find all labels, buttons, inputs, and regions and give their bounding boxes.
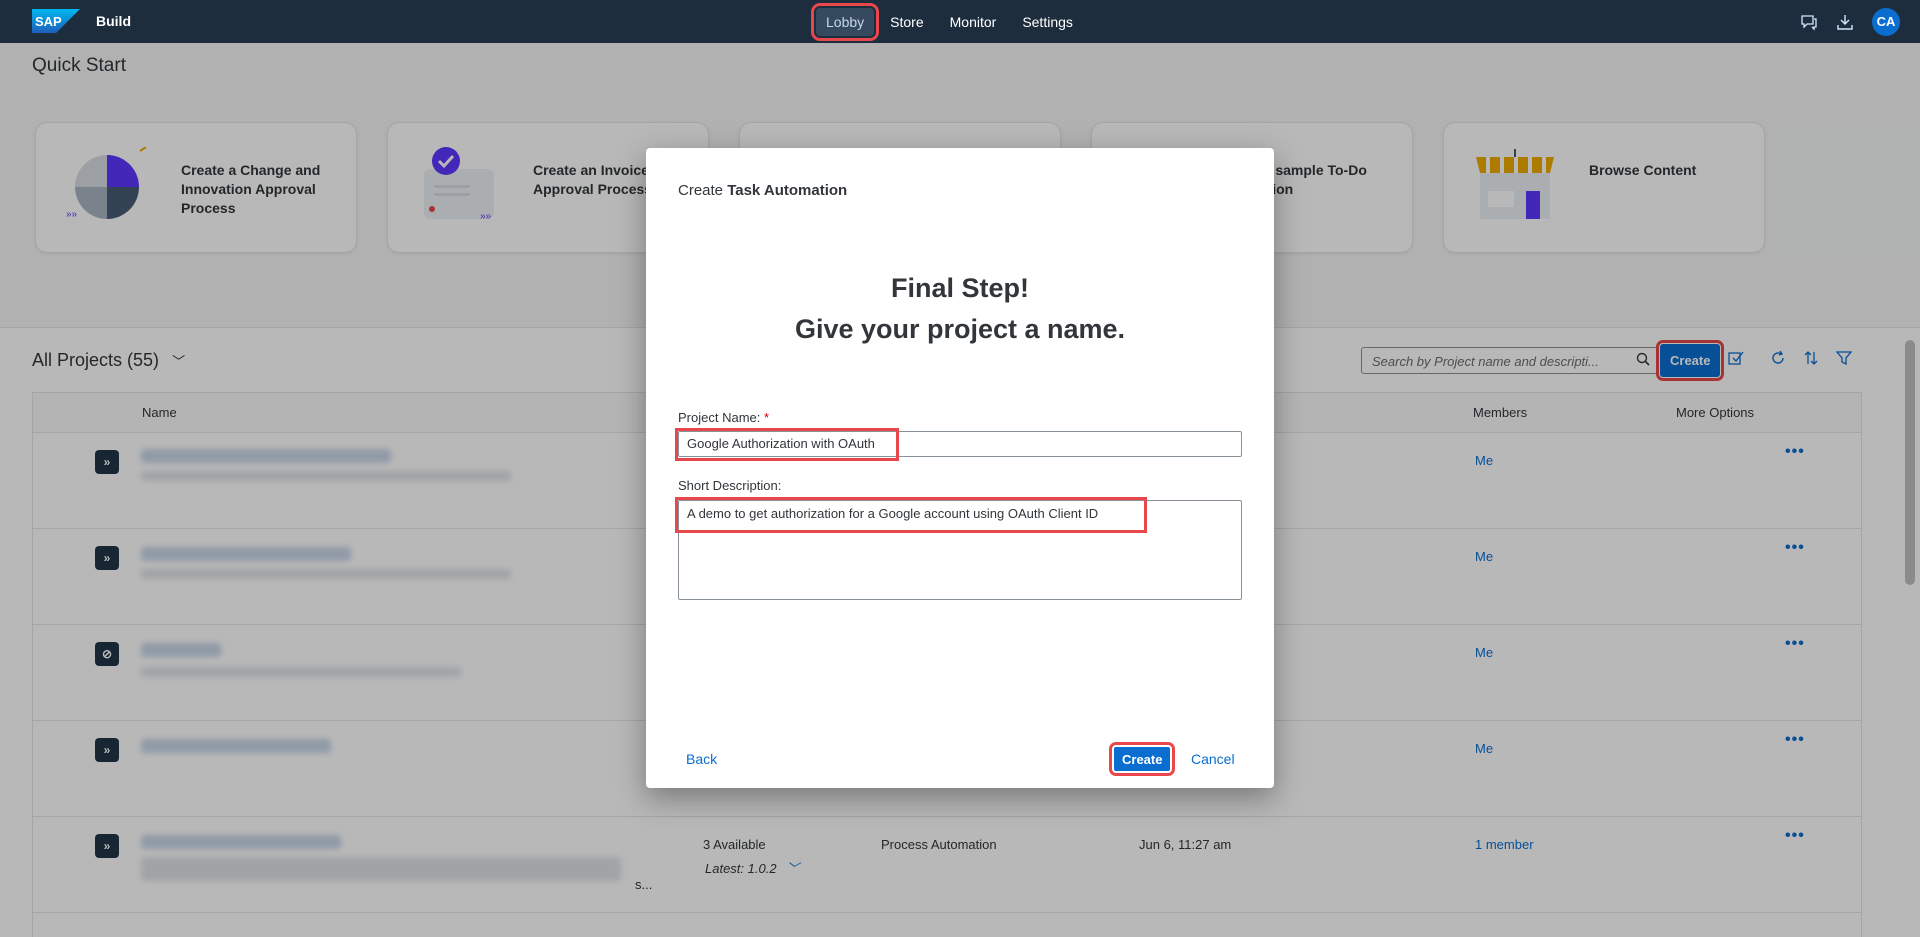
nav-monitor[interactable]: Monitor <box>940 8 1007 36</box>
dialog-title-line1: Final Step! <box>890 273 1029 303</box>
feedback-icon[interactable] <box>1800 13 1818 31</box>
dialog-header-type: Task Automation <box>727 182 848 199</box>
avatar[interactable]: CA <box>1872 7 1900 36</box>
sap-logo[interactable]: SAP <box>32 9 80 33</box>
short-description-textarea[interactable]: A demo to get authorization for a Google… <box>678 500 1242 600</box>
nav-settings[interactable]: Settings <box>1012 8 1083 36</box>
project-name-value: Google Authorization with OAuth <box>687 436 875 451</box>
create-button[interactable]: Create <box>1108 742 1176 776</box>
nav-lobby[interactable]: Lobby <box>810 2 880 41</box>
project-name-input[interactable]: Google Authorization with OAuth <box>678 431 1242 457</box>
cancel-button[interactable]: Cancel <box>1191 751 1235 767</box>
short-description-label: Short Description: <box>678 478 782 493</box>
dialog-header: Create Task Automation <box>678 182 847 199</box>
nav-store[interactable]: Store <box>880 8 933 36</box>
back-button[interactable]: Back <box>686 751 717 767</box>
short-description-value: A demo to get authorization for a Google… <box>687 506 1099 521</box>
dialog-header-prefix: Create <box>678 182 724 199</box>
shell-actions: CA <box>1800 0 1900 43</box>
app-title: Build <box>96 13 131 29</box>
download-icon[interactable] <box>1836 13 1854 31</box>
create-task-automation-dialog: Create Task Automation Final Step! Give … <box>646 148 1274 788</box>
svg-text:SAP: SAP <box>35 14 62 29</box>
required-marker: * <box>764 410 770 425</box>
project-name-label: Project Name: * <box>678 410 769 425</box>
top-nav: Lobby Store Monitor Settings <box>810 0 1083 43</box>
project-name-label-text: Project Name: <box>678 410 761 425</box>
dialog-title: Final Step! Give your project a name. <box>646 268 1274 350</box>
dialog-title-line2: Give your project a name. <box>794 314 1126 344</box>
shell-bar: SAP Build Lobby Store Monitor Settings C… <box>0 0 1920 43</box>
